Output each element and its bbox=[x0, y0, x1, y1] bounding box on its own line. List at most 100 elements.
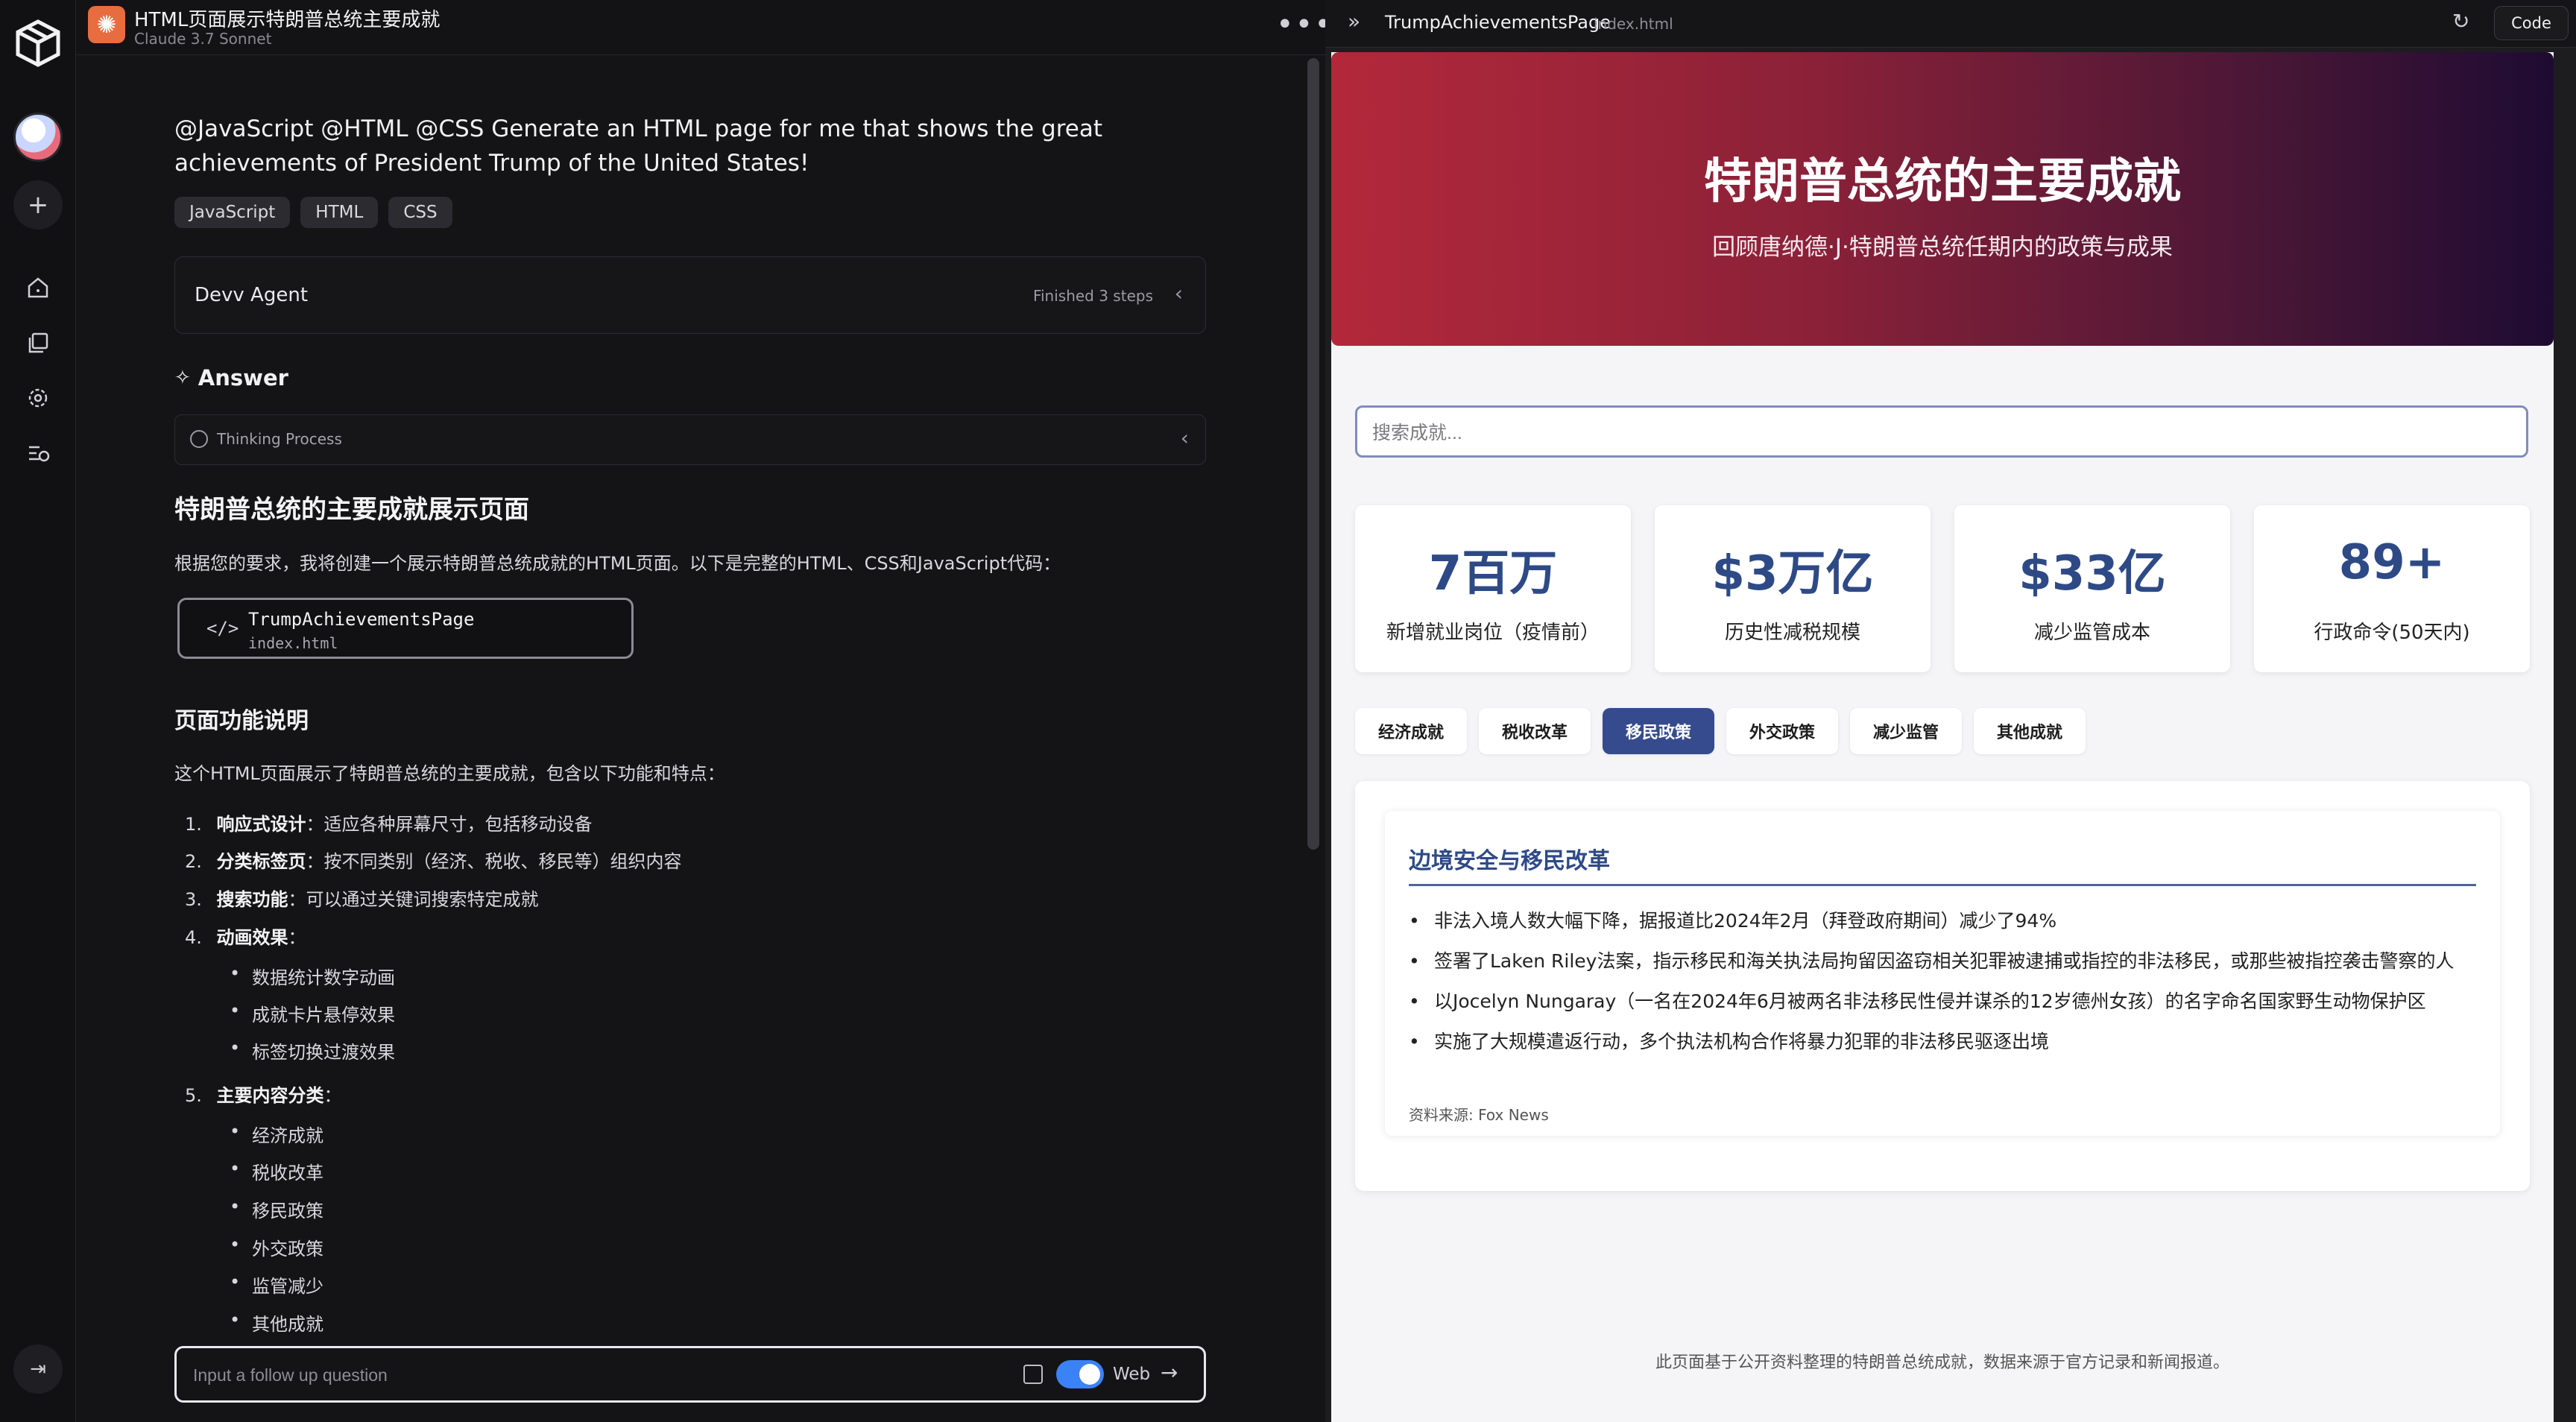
list-item-title: 分类标签页 bbox=[216, 851, 306, 872]
sub-list-item: 监管减少 bbox=[230, 1271, 323, 1298]
features-heading: 页面功能说明 bbox=[174, 708, 309, 734]
chat-pane: ✺ HTML页面展示特朗普总统主要成就 Claude 3.7 Sonnet ••… bbox=[76, 0, 1332, 1422]
preview-file-name: index.html bbox=[1594, 15, 1673, 33]
tab-tax-reform[interactable]: 税收改革 bbox=[1479, 708, 1591, 754]
prompt-tags: JavaScript HTML CSS bbox=[174, 197, 1281, 228]
send-arrow-icon[interactable]: → bbox=[1161, 1360, 1178, 1385]
list-item: 5. 主要内容分类： bbox=[185, 1081, 342, 1107]
user-prompt: @JavaScript @HTML @CSS Generate an HTML … bbox=[174, 116, 1102, 177]
list-item-title: 搜索功能 bbox=[216, 889, 288, 910]
tab-deregulation[interactable]: 减少监管 bbox=[1850, 708, 1962, 754]
tab-other[interactable]: 其他成就 bbox=[1974, 708, 2086, 754]
answer-sparkle-icon: ✧ bbox=[174, 367, 191, 389]
agent-name: Devv Agent bbox=[195, 284, 309, 306]
hero-banner: 特朗普总统的主要成就 回顾唐纳德·J·特朗普总统任期内的政策与成果 bbox=[1331, 52, 2554, 346]
list-item-title: 主要内容分类 bbox=[216, 1085, 324, 1106]
stat-card[interactable]: 89+ 行政命令(50天内) bbox=[2254, 505, 2530, 672]
stat-card[interactable]: 7百万 新增就业岗位（疫情前） bbox=[1355, 505, 1631, 672]
new-chat-button[interactable]: + bbox=[13, 180, 63, 230]
chevron-left-icon[interactable]: ‹ bbox=[1181, 426, 1189, 450]
home-icon[interactable] bbox=[19, 268, 57, 307]
tab-immigration[interactable]: 移民政策 bbox=[1603, 708, 1714, 754]
list-item-text: ：可以通过关键词搜索特定成就 bbox=[288, 889, 539, 910]
web-search-toggle[interactable] bbox=[1056, 1360, 1104, 1388]
stat-card[interactable]: $3万亿 历史性减税规模 bbox=[1655, 505, 1931, 672]
tab-foreign-policy[interactable]: 外交政策 bbox=[1726, 708, 1838, 754]
sub-list-item: 标签切换过渡效果 bbox=[230, 1037, 395, 1064]
sub-list-item: 外交政策 bbox=[230, 1234, 323, 1260]
list-item-text: ： bbox=[323, 1085, 342, 1106]
answer-label: Answer bbox=[198, 365, 288, 391]
sub-list-item: 数据统计数字动画 bbox=[230, 963, 395, 989]
collapse-icon: ⇥ bbox=[30, 1358, 46, 1380]
list-number: 1. bbox=[185, 814, 202, 835]
tag-css[interactable]: CSS bbox=[388, 197, 452, 228]
image-upload-icon[interactable] bbox=[1023, 1365, 1043, 1384]
stat-card[interactable]: $33亿 减少监管成本 bbox=[1954, 505, 2230, 672]
code-button[interactable]: Code bbox=[2494, 6, 2569, 40]
list-number: 2. bbox=[185, 851, 202, 872]
chat-content: @JavaScript @HTML @CSS Generate an HTML … bbox=[174, 112, 1281, 1335]
card-heading: 边境安全与移民改革 bbox=[1409, 848, 1610, 874]
stat-label: 减少监管成本 bbox=[2033, 622, 2150, 644]
thinking-icon bbox=[190, 430, 208, 448]
tag-javascript[interactable]: JavaScript bbox=[174, 197, 291, 228]
agent-steps-panel[interactable]: Devv Agent Finished 3 steps ‹ bbox=[174, 256, 1206, 334]
history-icon[interactable] bbox=[19, 434, 57, 473]
list-item: 以Jocelyn Nungaray（一名在2024年6月被两名非法移民性侵并谋杀… bbox=[1409, 987, 2476, 1017]
sub-list-item: 移民政策 bbox=[230, 1196, 323, 1222]
stat-value: 7百万 bbox=[1428, 546, 1558, 601]
list-number: 3. bbox=[185, 889, 202, 910]
thinking-process-panel[interactable]: Thinking Process ‹ bbox=[174, 414, 1206, 465]
stat-label: 历史性减税规模 bbox=[1724, 622, 1860, 644]
preview-header: » TrumpAchievementsPage index.html ↻ Cod… bbox=[1325, 0, 2576, 48]
features-intro: 这个HTML页面展示了特朗普总统的主要成就，包含以下功能和特点： bbox=[174, 763, 725, 784]
collapse-sidebar-button[interactable]: ⇥ bbox=[13, 1344, 63, 1394]
chat-title: HTML页面展示特朗普总统主要成就 bbox=[134, 9, 441, 31]
gear-icon[interactable] bbox=[19, 379, 57, 417]
left-rail: + ⇥ bbox=[0, 0, 76, 1422]
rendered-page: 特朗普总统的主要成就 回顾唐纳德·J·特朗普总统任期内的政策与成果 7百万 新增… bbox=[1331, 52, 2554, 1422]
stats-row: 7百万 新增就业岗位（疫情前） $3万亿 历史性减税规模 $33亿 减少监管成本… bbox=[1355, 505, 2530, 672]
library-icon[interactable] bbox=[19, 323, 57, 362]
list-item-title: 动画效果 bbox=[216, 927, 288, 948]
sub-list-item: 其他成就 bbox=[230, 1309, 323, 1336]
followup-input-box: Web → bbox=[174, 1346, 1206, 1403]
list-item-text: ：按不同类别（经济、税收、移民等）组织内容 bbox=[306, 851, 682, 872]
web-toggle-label: Web bbox=[1113, 1365, 1151, 1384]
answer-heading: ✧ Answer bbox=[174, 365, 288, 391]
logo-cube-icon[interactable] bbox=[11, 16, 65, 70]
sub-list-item: 税收改革 bbox=[230, 1158, 323, 1184]
achievement-card[interactable]: 边境安全与移民改革 非法入境人数大幅下降，据报道比2024年2月（拜登政府期间）… bbox=[1385, 811, 2500, 1136]
stat-value: 89+ bbox=[2338, 535, 2446, 590]
list-item-title: 响应式设计 bbox=[216, 814, 306, 835]
achievement-search-input[interactable] bbox=[1372, 418, 2490, 448]
sub-list-item: 成就卡片悬停效果 bbox=[230, 1000, 395, 1026]
list-item: 1. 响应式设计：适应各种屏幕尺寸，包括移动设备 bbox=[185, 809, 593, 835]
tab-economy[interactable]: 经济成就 bbox=[1355, 708, 1467, 754]
claude-sparkle-icon: ✺ bbox=[88, 6, 125, 43]
chevron-left-icon[interactable]: ‹ bbox=[1175, 281, 1183, 306]
tab-content-panel: 边境安全与移民改革 非法入境人数大幅下降，据报道比2024年2月（拜登政府期间）… bbox=[1355, 781, 2530, 1191]
file-artifact-card[interactable]: </> TrumpAchievementsPage index.html bbox=[177, 598, 634, 659]
card-items: 非法入境人数大幅下降，据报道比2024年2月（拜登政府期间）减少了94% 签署了… bbox=[1409, 906, 2476, 1067]
chat-header: ✺ HTML页面展示特朗普总统主要成就 Claude 3.7 Sonnet ••… bbox=[76, 0, 1332, 55]
chat-scrollbar[interactable] bbox=[1307, 58, 1319, 850]
thinking-label: Thinking Process bbox=[217, 430, 342, 448]
tag-html[interactable]: HTML bbox=[300, 197, 379, 228]
followup-input[interactable] bbox=[193, 1362, 938, 1388]
hero-subtitle: 回顾唐纳德·J·特朗普总统任期内的政策与成果 bbox=[1712, 234, 2173, 261]
list-number: 4. bbox=[185, 927, 202, 948]
list-item: 实施了大规模遣返行动，多个执法机构合作将暴力犯罪的非法移民驱逐出境 bbox=[1409, 1027, 2476, 1057]
plus-icon: + bbox=[27, 190, 49, 220]
answer-intro: 根据您的要求，我将创建一个展示特朗普总统成就的HTML页面。以下是完整的HTML… bbox=[174, 553, 1061, 574]
file-name: TrumpAchievementsPage bbox=[248, 609, 475, 630]
card-source: 资料来源: Fox News bbox=[1409, 1106, 1549, 1124]
expand-chevrons-icon[interactable]: » bbox=[1348, 9, 1360, 34]
preview-scrollbar[interactable] bbox=[2555, 52, 2570, 1422]
list-item-text: ： bbox=[288, 927, 306, 948]
sub-list-item: 经济成就 bbox=[230, 1121, 323, 1147]
list-item-text: ：适应各种屏幕尺寸，包括移动设备 bbox=[306, 814, 593, 835]
user-avatar[interactable] bbox=[13, 113, 63, 162]
refresh-icon[interactable]: ↻ bbox=[2452, 9, 2469, 34]
